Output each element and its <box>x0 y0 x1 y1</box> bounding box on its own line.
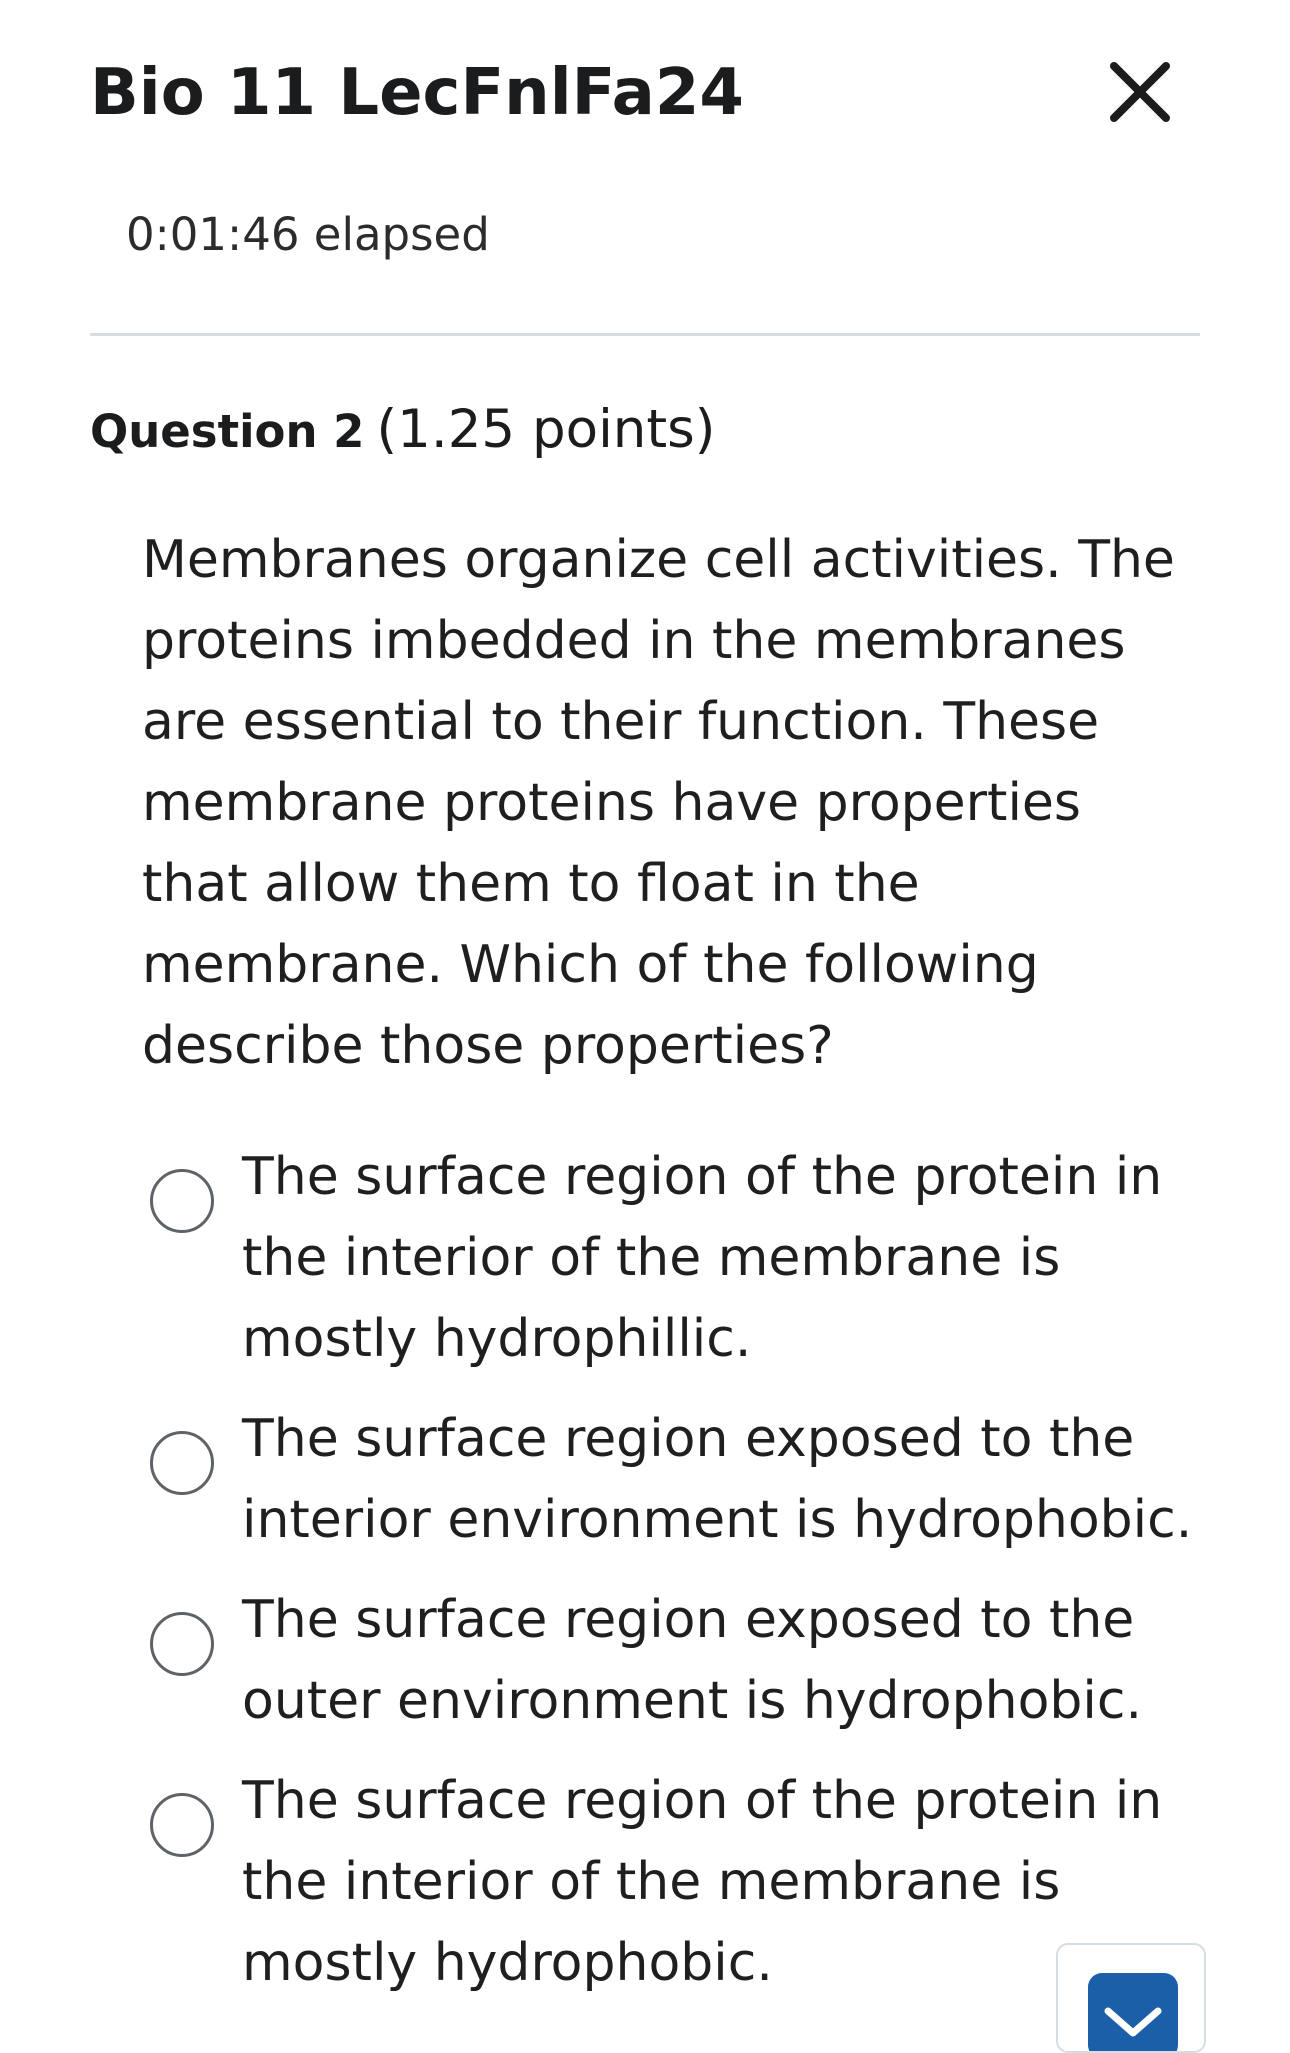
radio-button[interactable] <box>150 1169 214 1233</box>
answer-option[interactable]: The surface region of the protein in the… <box>148 1137 1208 1380</box>
radio-button[interactable] <box>150 1612 214 1676</box>
divider <box>90 333 1200 336</box>
quiz-title: Bio 11 LecFnlFa24 <box>90 56 744 130</box>
radio-button[interactable] <box>150 1431 214 1495</box>
close-icon <box>1110 62 1170 122</box>
question-prompt: Membranes organize cell activities. The … <box>142 530 1175 1076</box>
answer-option[interactable]: The surface region exposed to the interi… <box>148 1399 1208 1561</box>
question-number: Question 2 <box>90 405 365 458</box>
radio-button[interactable] <box>150 1793 214 1857</box>
answer-options: The surface region of the protein in the… <box>148 1137 1208 2004</box>
close-button[interactable] <box>1100 52 1180 132</box>
message-tray-icon <box>1088 1973 1178 2051</box>
answer-option-label: The surface region exposed to the outer … <box>242 1590 1142 1731</box>
answer-option-label: The surface region of the protein in the… <box>242 1771 1163 1993</box>
floating-action-button[interactable] <box>1056 1943 1206 2053</box>
elapsed-timer: 0:01:46 elapsed <box>126 208 490 261</box>
answer-option[interactable]: The surface region exposed to the outer … <box>148 1580 1208 1742</box>
answer-option-label: The surface region of the protein in the… <box>242 1147 1163 1369</box>
answer-option[interactable]: The surface region of the protein in the… <box>148 1761 1208 2004</box>
question-points: (1.25 points) <box>376 399 716 460</box>
answer-option-label: The surface region exposed to the interi… <box>242 1409 1193 1550</box>
question-header: Question 2 (1.25 points) <box>90 395 715 477</box>
